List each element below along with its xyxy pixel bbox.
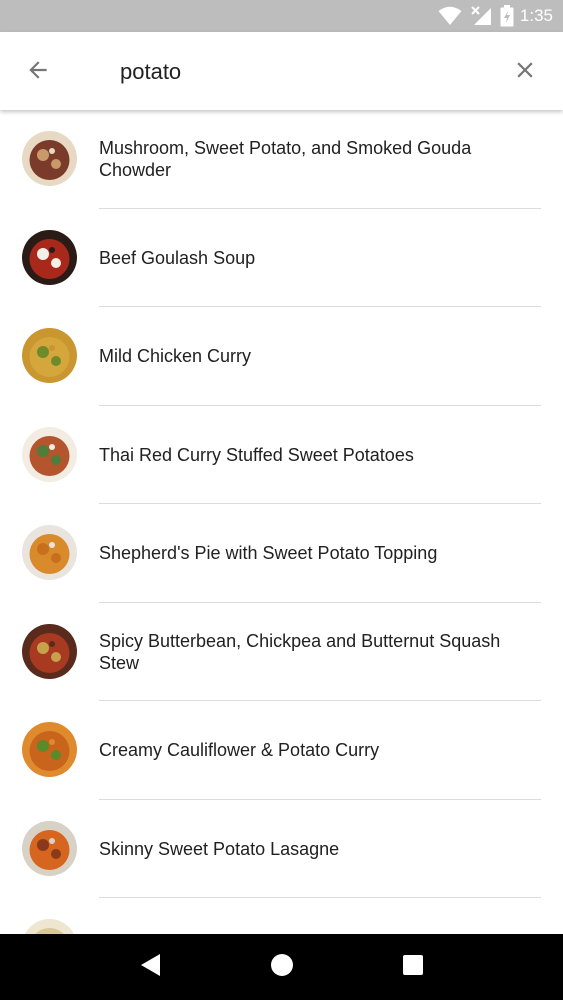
recipe-title: Beef Goulash Soup xyxy=(99,247,256,268)
recipe-title: Mushroom, Sweet Potato, and Smoked Gouda… xyxy=(99,138,472,180)
list-item[interactable]: Beef Goulash Soup xyxy=(0,209,563,307)
recipe-thumbnail xyxy=(22,525,77,580)
recipe-title: Skinny Sweet Potato Lasagne xyxy=(99,838,340,859)
battery-charging-icon xyxy=(500,5,514,27)
recipe-title: Creamy Cauliflower & Potato Curry xyxy=(99,740,380,760)
status-time: 1:35 xyxy=(519,6,553,25)
list-item[interactable] xyxy=(0,898,563,934)
list-item[interactable]: Spicy Butterbean, Chickpea and Butternut… xyxy=(0,603,563,701)
navigation-bar xyxy=(0,934,563,1000)
recipe-title: Spicy Butterbean, Chickpea and Butternut… xyxy=(99,630,501,673)
recipe-thumbnail xyxy=(22,328,77,383)
recipe-thumbnail xyxy=(22,131,77,186)
recipe-thumbnail xyxy=(22,722,77,777)
recipe-title: Mild Chicken Curry xyxy=(99,346,252,366)
arrow-back-icon xyxy=(25,57,51,88)
recipe-thumbnail xyxy=(22,623,77,679)
status-icons xyxy=(438,5,514,27)
list-item[interactable]: Thai Red Curry Stuffed Sweet Potatoes xyxy=(0,406,563,504)
recipe-thumbnail xyxy=(22,426,77,482)
search-bar xyxy=(0,32,563,110)
clear-search-button[interactable] xyxy=(509,56,541,88)
wifi-icon xyxy=(438,6,462,26)
nav-back-icon xyxy=(140,953,162,982)
close-icon xyxy=(512,57,538,88)
list-item[interactable]: Mushroom, Sweet Potato, and Smoked Gouda… xyxy=(0,110,563,209)
results-list: Mushroom, Sweet Potato, and Smoked Gouda… xyxy=(0,110,563,934)
nav-home-button[interactable] xyxy=(262,947,302,987)
recipe-thumbnail xyxy=(22,229,77,285)
nav-home-icon xyxy=(270,953,294,982)
list-item[interactable]: Skinny Sweet Potato Lasagne xyxy=(0,800,563,898)
nav-recents-button[interactable] xyxy=(393,947,433,987)
back-button[interactable] xyxy=(22,56,54,88)
list-item[interactable]: Creamy Cauliflower & Potato Curry xyxy=(0,701,563,800)
recipe-thumbnail xyxy=(22,820,77,876)
nav-back-button[interactable] xyxy=(131,947,171,987)
recipe-thumbnail xyxy=(22,919,77,934)
status-bar: 1:35 xyxy=(0,0,563,32)
list-item[interactable]: Shepherd's Pie with Sweet Potato Topping xyxy=(0,504,563,603)
cell-signal-off-icon xyxy=(470,6,492,26)
search-input[interactable] xyxy=(120,52,480,92)
recipe-title xyxy=(99,898,533,934)
recipe-title: Shepherd's Pie with Sweet Potato Topping xyxy=(99,543,438,563)
recipe-title: Thai Red Curry Stuffed Sweet Potatoes xyxy=(99,444,414,465)
list-item[interactable]: Mild Chicken Curry xyxy=(0,307,563,406)
nav-recents-icon xyxy=(402,954,424,981)
